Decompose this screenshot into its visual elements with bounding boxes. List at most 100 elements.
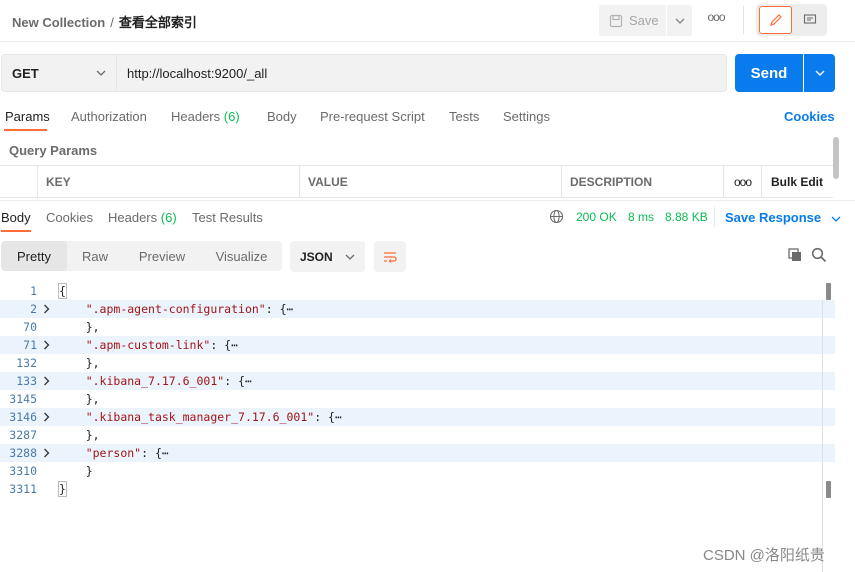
code-text: }, [58, 426, 100, 444]
header-divider [743, 6, 744, 34]
code-content: }, [58, 428, 100, 442]
editor-scrollbar-bottom[interactable] [826, 481, 831, 498]
wrap-lines-icon [384, 251, 397, 263]
json-punctuation: : { [224, 374, 245, 388]
fold-chevron-icon[interactable] [43, 336, 51, 354]
line-number: 3311 [9, 482, 37, 496]
method-select[interactable]: GET [1, 54, 117, 92]
response-size[interactable]: 8.88 KB [665, 210, 708, 224]
code-text: } [58, 480, 67, 498]
view-visualize[interactable]: Visualize [201, 241, 282, 271]
response-tab-body[interactable]: Body [1, 210, 31, 225]
code-line[interactable]: 133 ".kibana_7.17.6_001": {⋯ [0, 372, 835, 390]
copy-icon[interactable] [787, 247, 803, 263]
chevron-down-icon [831, 216, 841, 222]
code-line[interactable]: 3146 ".kibana_task_manager_7.17.6_001": … [0, 408, 835, 426]
code-line[interactable]: 132 }, [0, 354, 835, 372]
chevron-down-icon [96, 70, 106, 76]
save-button[interactable]: Save [599, 5, 666, 36]
fold-chevron-icon[interactable] [43, 444, 51, 462]
code-line[interactable]: 1{ [0, 282, 835, 300]
chevron-down-icon [675, 18, 684, 24]
tab-tests[interactable]: Tests [449, 109, 479, 124]
chevron-down-icon [815, 70, 824, 76]
code-content: }, [58, 356, 100, 370]
request-scrollbar[interactable] [833, 137, 839, 179]
response-tab-test-results[interactable]: Test Results [192, 210, 263, 225]
code-text: }, [58, 318, 100, 336]
fold-chevron-icon[interactable] [43, 372, 51, 390]
documentation-mode-button[interactable] [795, 6, 824, 34]
tab-body[interactable]: Body [267, 109, 297, 124]
view-raw[interactable]: Raw [67, 241, 123, 271]
line-number: 70 [23, 320, 37, 334]
search-icon[interactable] [811, 247, 827, 263]
breadcrumb-request-name[interactable]: 查看全部索引 [119, 15, 197, 30]
line-number: 133 [16, 374, 37, 388]
code-line[interactable]: 3310 } [0, 462, 835, 480]
url-input[interactable]: http://localhost:9200/_all [117, 54, 727, 92]
collapsed-ellipsis[interactable]: ⋯ [162, 446, 169, 460]
code-line[interactable]: 3288 "person": {⋯ [0, 444, 835, 462]
code-line[interactable]: 2 ".apm-agent-configuration": {⋯ [0, 300, 835, 318]
line-number: 3146 [9, 410, 37, 424]
edit-mode-button[interactable] [759, 6, 792, 34]
code-text: }, [58, 354, 100, 372]
send-button[interactable]: Send [735, 54, 803, 92]
response-tab-cookies[interactable]: Cookies [46, 210, 93, 225]
active-response-tab-underline [1, 230, 31, 232]
params-more-button[interactable]: ooo [723, 165, 761, 198]
chevron-down-icon [345, 254, 355, 260]
fold-chevron-icon[interactable] [43, 408, 51, 426]
json-key: ".apm-custom-link" [85, 338, 211, 352]
json-key: ".kibana_task_manager_7.17.6_001" [85, 410, 315, 424]
line-number: 2 [30, 302, 37, 316]
editor-scrollbar-top[interactable] [826, 283, 831, 300]
json-punctuation: : { [314, 410, 335, 424]
code-line[interactable]: 3311} [0, 480, 835, 498]
code-line[interactable]: 3145 }, [0, 390, 835, 408]
breadcrumb-collection[interactable]: New Collection [12, 15, 105, 30]
code-text: ".kibana_task_manager_7.17.6_001": {⋯ [58, 408, 342, 426]
status-code[interactable]: 200 OK [576, 210, 617, 224]
fold-chevron-icon[interactable] [43, 300, 51, 318]
json-punctuation: : { [265, 302, 287, 316]
code-line[interactable]: 70 }, [0, 318, 835, 336]
more-options-button[interactable]: ooo [703, 10, 729, 30]
response-tab-headers-label: Headers [108, 210, 158, 225]
wrap-lines-button[interactable] [374, 241, 406, 272]
json-punctuation: : { [141, 446, 162, 460]
code-text: ".kibana_7.17.6_001": {⋯ [58, 372, 252, 390]
tab-authorization[interactable]: Authorization [71, 109, 147, 124]
format-select[interactable]: JSON [290, 241, 365, 272]
save-response-button[interactable]: Save Response [725, 210, 841, 225]
globe-icon[interactable] [549, 209, 564, 224]
bulk-edit-button[interactable]: Bulk Edit [761, 165, 833, 198]
code-text: }, [58, 390, 100, 408]
method-value: GET [12, 65, 39, 81]
breadcrumb-separator: / [110, 15, 114, 30]
tab-params[interactable]: Params [5, 109, 50, 124]
view-pretty[interactable]: Pretty [1, 241, 67, 271]
tab-headers[interactable]: Headers (6) [171, 109, 240, 124]
collapsed-ellipsis[interactable]: ⋯ [245, 374, 252, 388]
tab-pre-request-script[interactable]: Pre-request Script [320, 109, 425, 124]
collapsed-ellipsis[interactable]: ⋯ [231, 338, 238, 352]
code-line[interactable]: 3287 }, [0, 426, 835, 444]
line-number: 3145 [9, 392, 37, 406]
collapsed-ellipsis[interactable]: ⋯ [287, 302, 294, 316]
cookies-link[interactable]: Cookies [784, 109, 835, 124]
code-line[interactable]: 71 ".apm-custom-link": {⋯ [0, 336, 835, 354]
status-divider [714, 207, 715, 227]
tab-settings[interactable]: Settings [503, 109, 550, 124]
collapsed-ellipsis[interactable]: ⋯ [335, 410, 342, 424]
response-time[interactable]: 8 ms [628, 210, 654, 224]
line-number: 132 [16, 356, 37, 370]
response-tab-headers[interactable]: Headers (6) [108, 210, 177, 225]
pencil-icon [769, 14, 782, 26]
send-dropdown-button[interactable] [804, 54, 835, 92]
view-preview[interactable]: Preview [123, 241, 201, 271]
code-text: ".apm-agent-configuration": {⋯ [58, 300, 294, 318]
save-dropdown-button[interactable] [667, 5, 692, 36]
line-number: 71 [23, 338, 37, 352]
